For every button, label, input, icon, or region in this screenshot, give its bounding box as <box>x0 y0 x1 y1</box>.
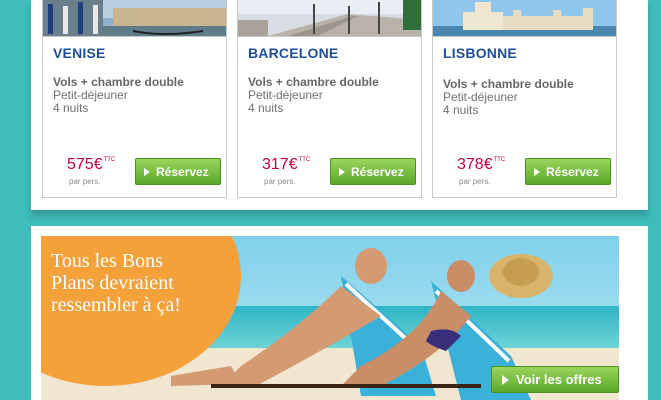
play-icon <box>144 167 150 176</box>
venise-photo <box>43 0 226 37</box>
city-name: VENISE <box>53 45 106 61</box>
offers-panel: VENISE Vols + chambre double Petit-déjeu… <box>31 0 648 210</box>
see-offers-button[interactable]: Voir les offres <box>491 366 619 393</box>
reserve-button[interactable]: Réservez <box>525 158 611 185</box>
price-value: 317€ <box>262 156 298 173</box>
play-icon <box>339 167 345 176</box>
price-tax-label: TTC <box>298 157 311 163</box>
per-person-label: par pers. <box>69 177 101 186</box>
reserve-button-label: Réservez <box>546 164 599 179</box>
price-value: 575€ <box>67 156 103 173</box>
offer-price: 575€TTC <box>67 156 115 174</box>
city-name: BARCELONE <box>248 45 339 61</box>
offer-card-lisbonne[interactable]: LISBONNE Vols + chambre double Petit-déj… <box>432 0 617 198</box>
offer-line-nights: 4 nuits <box>53 101 89 115</box>
promo-banner[interactable]: Tous les Bons Plans devraient ressembler… <box>41 236 619 400</box>
price-tax-label: TTC <box>103 157 116 163</box>
barcelone-photo <box>238 0 421 37</box>
promo-banner-frame: Tous les Bons Plans devraient ressembler… <box>31 226 648 400</box>
reserve-button-label: Réservez <box>351 164 404 179</box>
play-icon <box>502 374 509 385</box>
offer-price: 317€TTC <box>262 156 310 174</box>
reserve-button-label: Réservez <box>156 164 209 179</box>
offer-description: Vols + chambre double Petit-déjeuner 4 n… <box>53 76 184 115</box>
offer-description: Vols + chambre double Petit-déjeuner 4 n… <box>443 78 574 117</box>
lisbonne-photo <box>433 0 616 37</box>
offer-line-nights: 4 nuits <box>248 101 284 115</box>
play-icon <box>534 167 540 176</box>
headline-line: Plans devraient <box>51 272 174 294</box>
price-value: 378€ <box>457 156 493 173</box>
offer-card-barcelone[interactable]: BARCELONE Vols + chambre double Petit-dé… <box>237 0 422 198</box>
city-name: LISBONNE <box>443 45 517 61</box>
per-person-label: par pers. <box>459 177 491 186</box>
reserve-button[interactable]: Réservez <box>330 158 416 185</box>
headline-line: ressembler à ça! <box>51 294 181 316</box>
price-tax-label: TTC <box>493 157 506 163</box>
offer-description: Vols + chambre double Petit-déjeuner 4 n… <box>248 76 379 115</box>
offer-card-venise[interactable]: VENISE Vols + chambre double Petit-déjeu… <box>42 0 227 198</box>
see-offers-label: Voir les offres <box>516 372 602 387</box>
offer-line-nights: 4 nuits <box>443 103 479 117</box>
offer-price: 378€TTC <box>457 156 505 174</box>
per-person-label: par pers. <box>264 177 296 186</box>
banner-headline: Tous les Bons Plans devraient ressembler… <box>51 250 241 316</box>
headline-line: Tous les Bons <box>51 250 163 272</box>
reserve-button[interactable]: Réservez <box>135 158 221 185</box>
